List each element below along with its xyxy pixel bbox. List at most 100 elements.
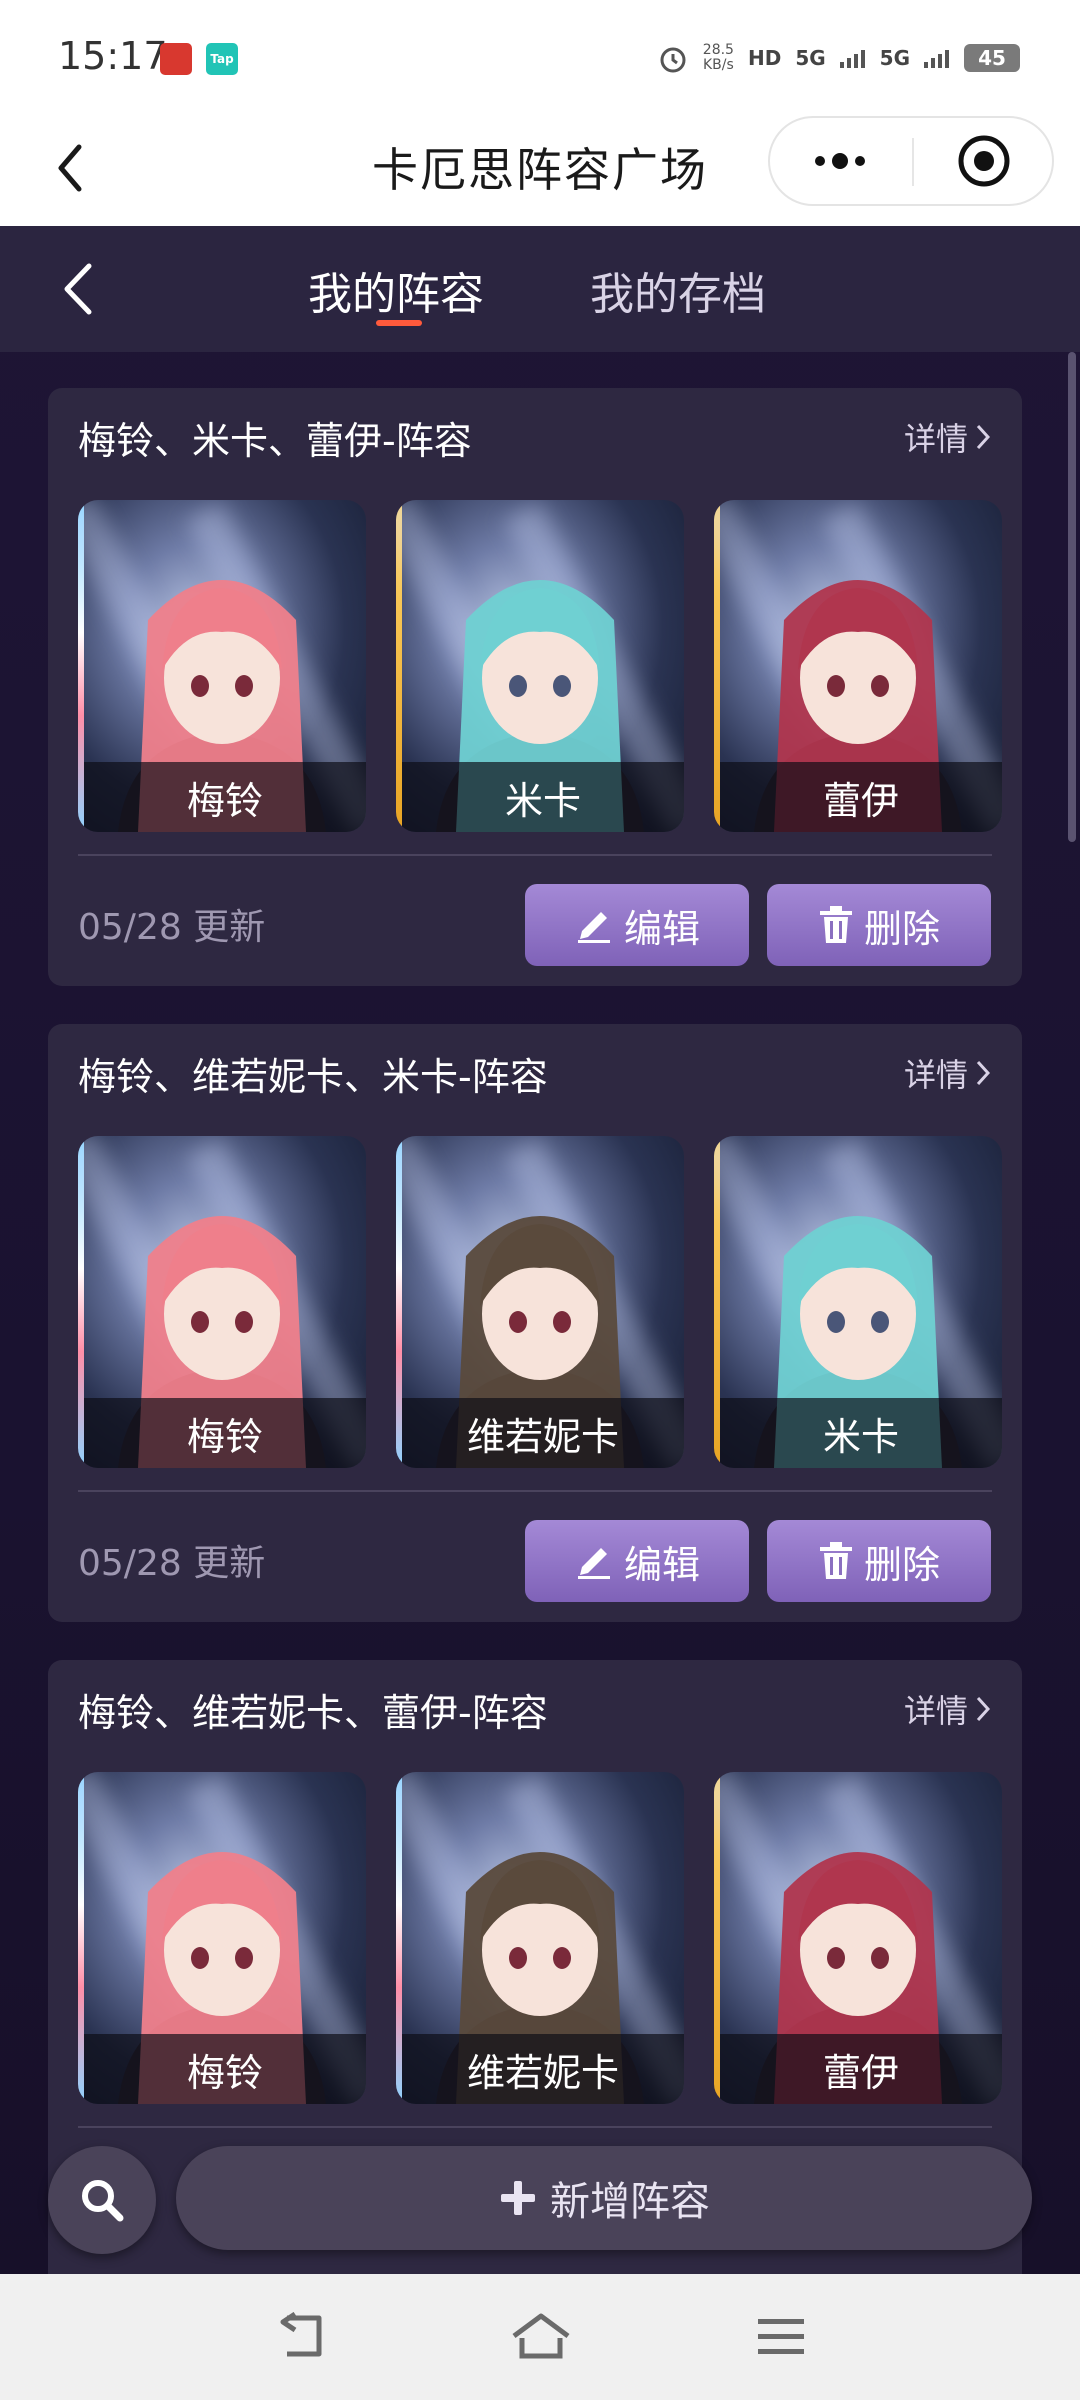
plus-icon <box>501 2181 535 2215</box>
system-menu-button[interactable] <box>746 2304 816 2370</box>
capsule-divider <box>912 138 914 186</box>
detail-link[interactable]: 详情 <box>904 414 990 460</box>
update-date: 05/28 更新 <box>78 1543 266 1584</box>
app-notification-icon <box>160 43 192 75</box>
character-portrait[interactable]: 米卡 <box>396 500 684 832</box>
signal-5g-1: 5G <box>795 46 826 70</box>
capsule-menu <box>768 116 1054 206</box>
signal-bars-icon-2 <box>924 50 949 68</box>
system-home-button[interactable] <box>506 2304 576 2370</box>
delete-button[interactable]: 删除 <box>767 884 991 966</box>
scrollbar[interactable] <box>1068 352 1076 842</box>
character-name: 梅铃 <box>84 1398 366 1468</box>
character-portrait[interactable]: 维若妮卡 <box>396 1136 684 1468</box>
character-eye <box>235 1311 253 1333</box>
more-button[interactable] <box>770 118 910 204</box>
character-eye <box>509 675 527 697</box>
signal-bars-icon <box>839 50 865 68</box>
net-speed: 28.5 KB/s <box>703 43 734 73</box>
edit-label: 编辑 <box>623 906 700 951</box>
system-nav-bar <box>0 2274 1080 2400</box>
character-name: 米卡 <box>402 762 684 832</box>
tab-my-saves[interactable]: 我的存档 <box>590 258 766 322</box>
character-portrait[interactable]: 维若妮卡 <box>396 1772 684 2104</box>
battery-indicator: 45 <box>964 44 1020 72</box>
delete-button[interactable]: 删除 <box>767 1520 991 1602</box>
hd-indicator: HD <box>747 46 782 70</box>
delete-label: 删除 <box>863 906 940 951</box>
tap-app-notification-icon: Tap <box>206 43 238 75</box>
character-name: 蕾伊 <box>720 762 1002 832</box>
character-name: 梅铃 <box>84 762 366 832</box>
character-eye <box>235 1947 253 1969</box>
character-eye <box>871 1311 889 1333</box>
signal-5g-2: 5G <box>879 46 910 70</box>
character-name: 维若妮卡 <box>402 2034 684 2104</box>
more-dots-icon <box>815 153 865 169</box>
menu-icon <box>758 2319 804 2354</box>
character-eye <box>553 1947 571 1969</box>
character-name: 蕾伊 <box>720 2034 1002 2104</box>
pencil-icon <box>577 1548 610 1579</box>
card-divider <box>78 854 992 856</box>
pencil-icon <box>577 912 610 943</box>
tab-my-lineups[interactable]: 我的阵容 <box>308 258 484 322</box>
detail-label: 详情 <box>903 1056 968 1094</box>
target-close-icon <box>958 135 1010 187</box>
chevron-right-icon <box>976 424 990 450</box>
character-eye <box>827 1311 845 1333</box>
home-icon <box>512 2313 570 2359</box>
detail-link[interactable]: 详情 <box>904 1686 990 1732</box>
lineup-card: 梅铃、米卡、蕾伊-阵容 详情 梅铃 米卡 蕾伊 05/28 更新 编辑 删除 <box>48 388 1022 986</box>
detail-label: 详情 <box>903 1692 968 1730</box>
character-portrait[interactable]: 梅铃 <box>78 1772 366 2104</box>
close-mini-program-button[interactable] <box>916 118 1052 204</box>
character-portrait[interactable]: 梅铃 <box>78 500 366 832</box>
character-eye <box>871 1947 889 1969</box>
detail-link[interactable]: 详情 <box>904 1050 990 1096</box>
character-eye <box>509 1311 527 1333</box>
character-portrait[interactable]: 梅铃 <box>78 1136 366 1468</box>
net-speed-value: 28.5 <box>702 42 734 58</box>
status-time: 15:17 <box>58 34 168 78</box>
chevron-right-icon <box>976 1060 990 1086</box>
lineup-title: 梅铃、维若妮卡、米卡-阵容 <box>78 1055 548 1099</box>
update-date: 05/28 更新 <box>78 907 266 948</box>
trash-icon <box>819 906 852 943</box>
character-eye <box>509 1947 527 1969</box>
character-portrait[interactable]: 蕾伊 <box>714 500 1002 832</box>
character-name: 梅铃 <box>84 2034 366 2104</box>
chevron-left-icon <box>64 263 92 315</box>
lineup-card: 梅铃、维若妮卡、米卡-阵容 详情 梅铃 维若妮卡 米卡 05/28 更新 编辑 … <box>48 1024 1022 1622</box>
add-lineup-button[interactable]: 新增阵容 <box>176 2146 1032 2250</box>
status-indicators: 28.5 KB/s HD 5G 5G 45 <box>657 38 1020 78</box>
character-eye <box>827 1947 845 1969</box>
card-divider <box>78 2126 992 2128</box>
net-speed-unit: KB/s <box>702 57 734 73</box>
search-button[interactable] <box>48 2146 156 2254</box>
detail-label: 详情 <box>903 420 968 458</box>
character-portrait[interactable]: 蕾伊 <box>714 1772 1002 2104</box>
add-lineup-label: 新增阵容 <box>550 2179 710 2225</box>
chevron-right-icon <box>976 1696 990 1722</box>
alarm-icon <box>660 47 686 73</box>
lineup-title: 梅铃、维若妮卡、蕾伊-阵容 <box>78 1691 548 1735</box>
character-eye <box>553 1311 571 1333</box>
character-eye <box>191 1311 209 1333</box>
active-tab-underline <box>376 320 422 326</box>
character-portrait[interactable]: 米卡 <box>714 1136 1002 1468</box>
edit-button[interactable]: 编辑 <box>525 1520 749 1602</box>
character-eye <box>191 675 209 697</box>
character-eye <box>553 675 571 697</box>
delete-label: 删除 <box>863 1542 940 1587</box>
character-name: 米卡 <box>720 1398 1002 1468</box>
system-back-button[interactable] <box>266 2304 336 2370</box>
character-eye <box>191 1947 209 1969</box>
lineup-title: 梅铃、米卡、蕾伊-阵容 <box>78 419 472 463</box>
character-eye <box>871 675 889 697</box>
card-divider <box>78 1490 992 1492</box>
content-back-button[interactable] <box>48 256 108 322</box>
search-icon <box>82 2180 124 2222</box>
edit-button[interactable]: 编辑 <box>525 884 749 966</box>
character-eye <box>827 675 845 697</box>
